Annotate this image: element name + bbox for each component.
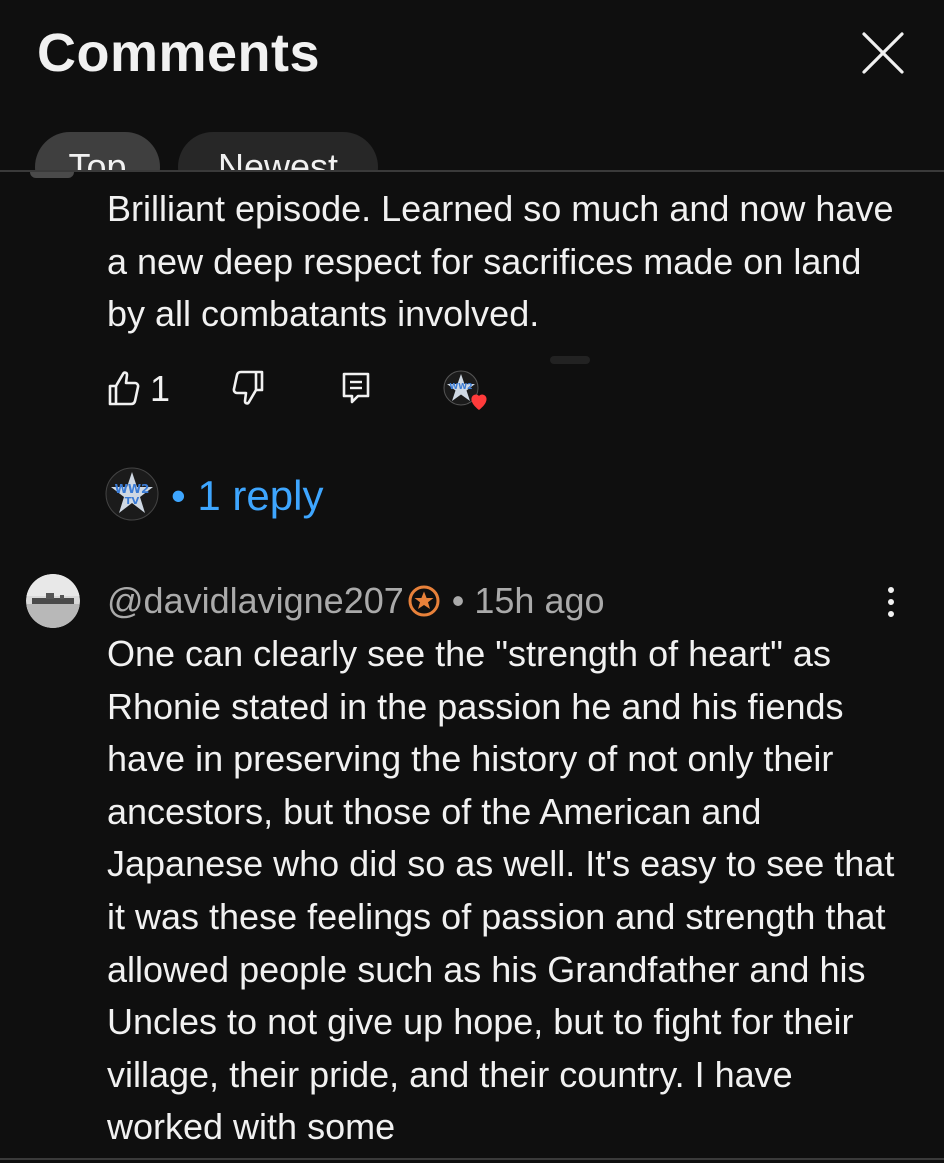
comments-panel: Brilliant episode. Learned so much and n… [0, 0, 944, 1163]
page-title: Comments [37, 23, 321, 83]
avatar[interactable] [26, 574, 80, 628]
chip-top[interactable]: Top [35, 132, 160, 172]
dislike-icon [232, 370, 264, 405]
replies-count: 1 reply [197, 472, 324, 519]
reply-button[interactable] [340, 368, 374, 408]
comment-header: @davidlavigne207 • 15h ago [107, 576, 605, 624]
channel-avatar: WW2 TV [105, 467, 159, 521]
svg-text:TV: TV [125, 496, 140, 507]
separator-dot: • [171, 472, 186, 519]
comment-text: Brilliant episode. Learned so much and n… [107, 188, 894, 334]
like-button[interactable] [107, 368, 141, 408]
comment-time: 15h ago [474, 580, 605, 622]
comment-text: One can clearly see the "strength of hea… [107, 633, 895, 1148]
header-divider [0, 170, 944, 172]
like-count: 1 [150, 368, 171, 409]
divider [0, 1158, 944, 1160]
panel-header: Comments Top Newest [0, 0, 944, 172]
comment-avatar[interactable] [30, 172, 74, 178]
drag-handle[interactable] [550, 356, 590, 364]
creator-heart-icon: WW2 [443, 370, 493, 414]
chip-newest[interactable]: Newest [178, 132, 378, 172]
separator-dot: • [451, 580, 465, 622]
svg-text:WW2: WW2 [449, 382, 472, 391]
like-icon [108, 371, 140, 406]
svg-text:WW2: WW2 [115, 482, 150, 496]
close-button[interactable] [858, 28, 908, 78]
close-icon [862, 32, 904, 74]
member-badge-icon [408, 585, 440, 617]
replies-label: • 1 reply [171, 471, 323, 521]
reply-icon [342, 372, 370, 404]
more-vert-icon [888, 587, 894, 617]
more-options-button[interactable] [876, 584, 906, 620]
author-handle[interactable]: @davidlavigne207 [107, 578, 404, 624]
dislike-button[interactable] [231, 368, 265, 408]
